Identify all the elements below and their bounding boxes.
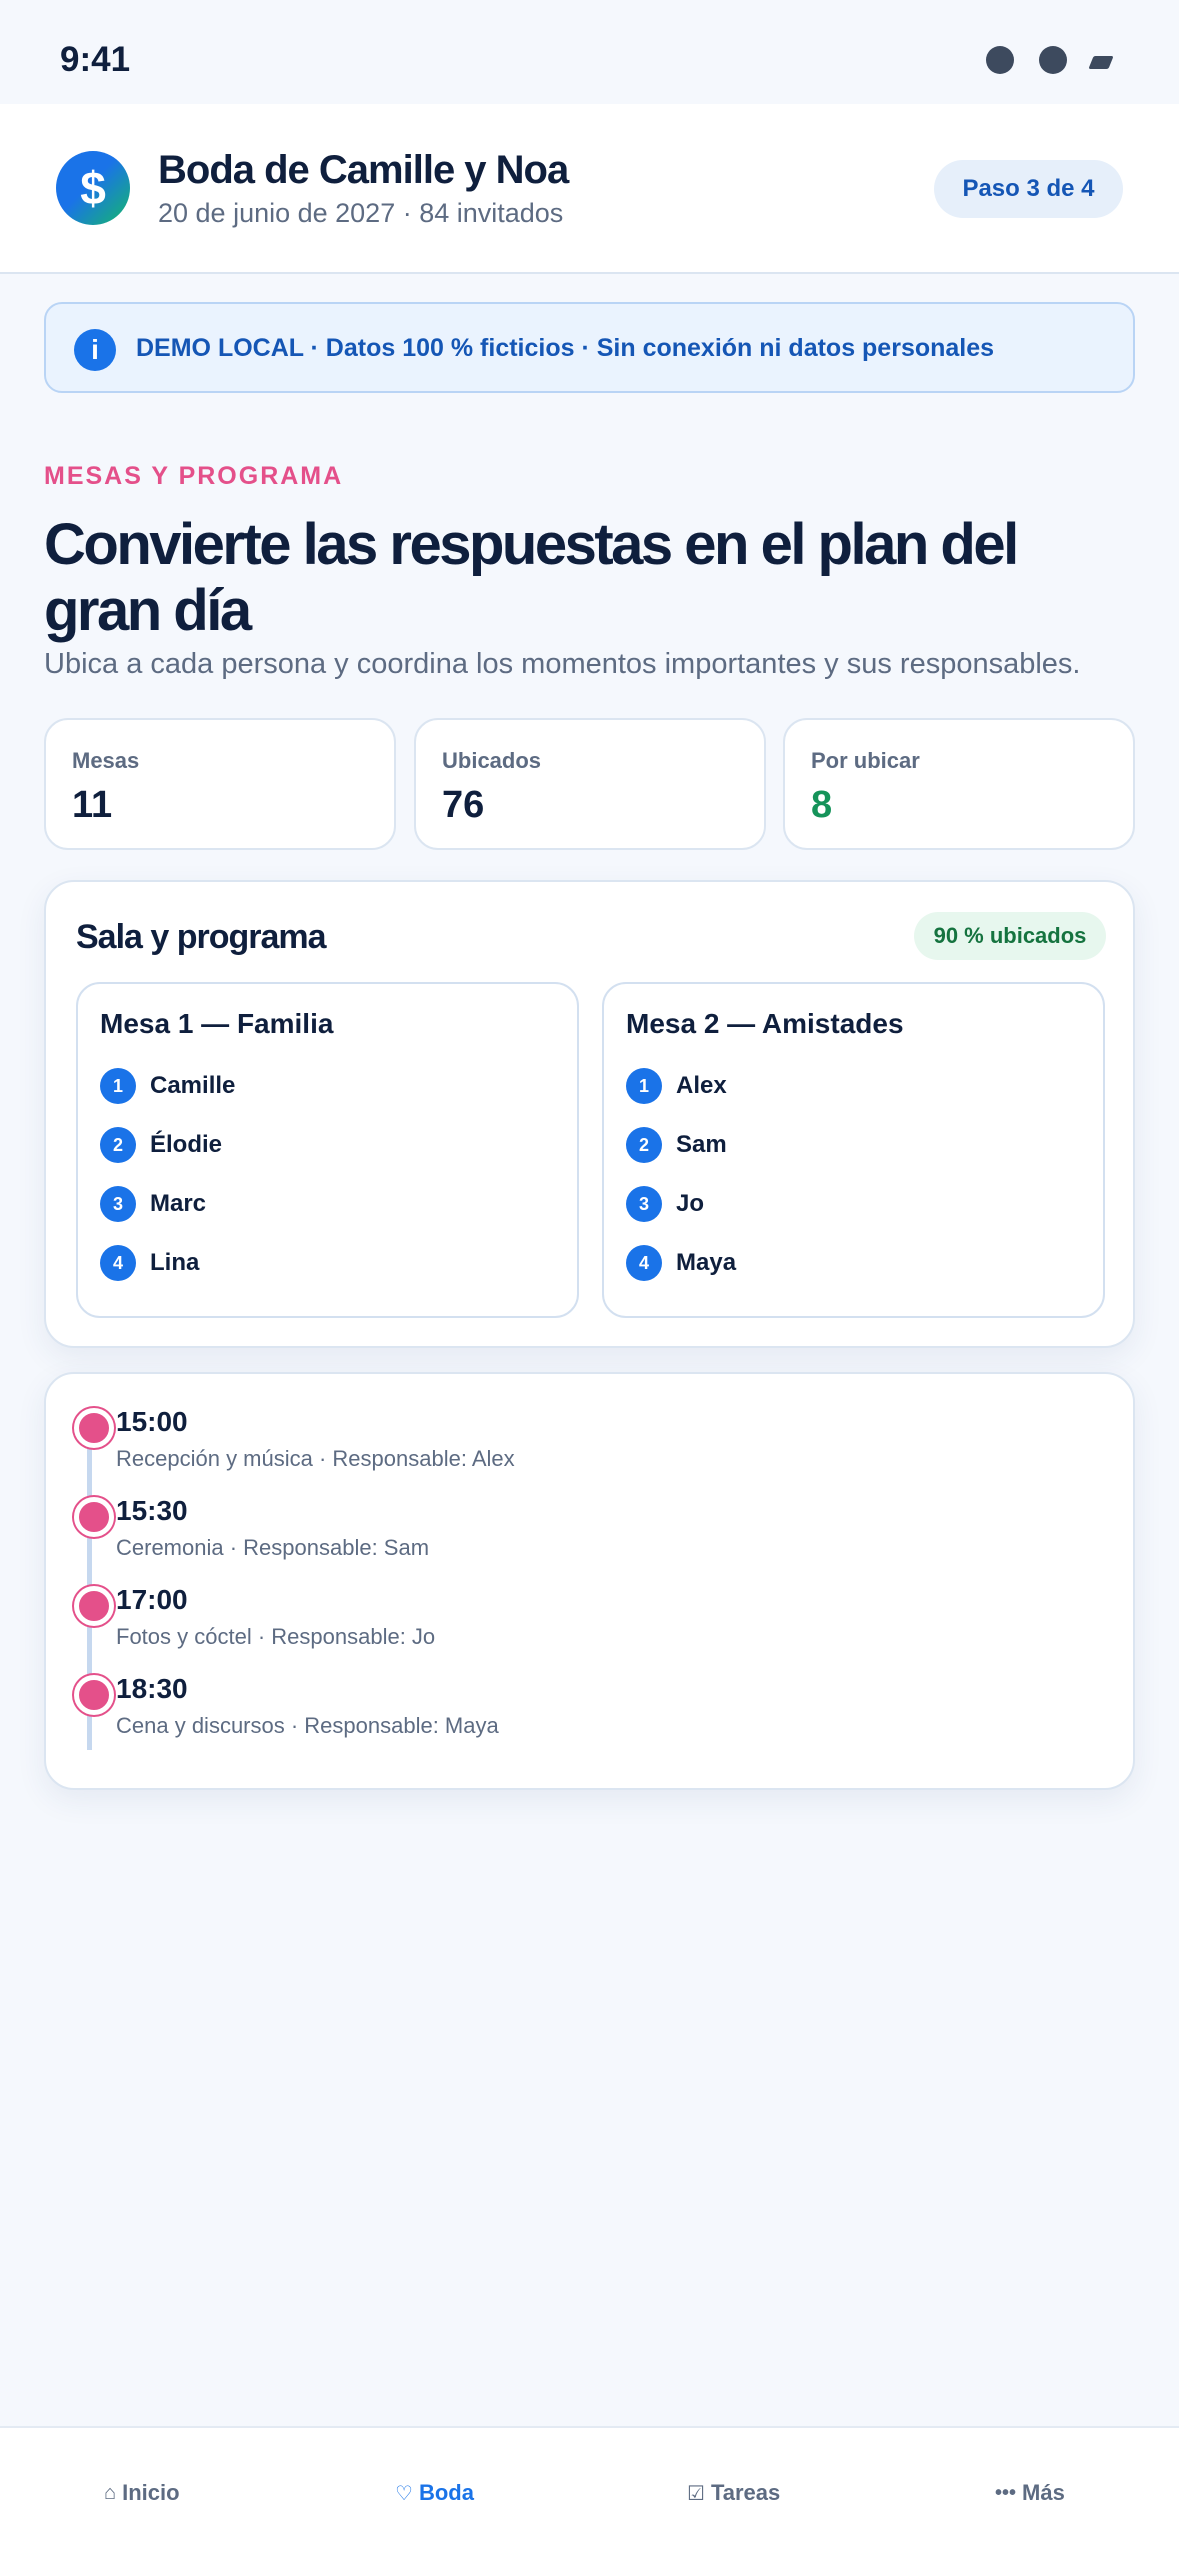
guest-name: Marc (150, 1190, 207, 1217)
nav-label: Boda (418, 2480, 474, 2505)
guest-name: Élodie (150, 1131, 223, 1158)
seat-number: 3 (626, 1186, 662, 1222)
step-indicator: Paso 3 de 4 (934, 160, 1123, 218)
seat-number: 4 (626, 1245, 662, 1281)
timeline-desc: Fotos y cóctel · Responsable: Jo (116, 1624, 436, 1649)
nav-item-tareas[interactable]: ☑ Tareas (687, 2480, 780, 2506)
timeline-time: 15:30 (116, 1495, 188, 1526)
table-card-1[interactable]: Mesa 1 — Familia 1 Camille 2 Élodie 3 Ma… (76, 982, 579, 1318)
guest-name: Alex (676, 1072, 727, 1099)
timeline-dot-icon (74, 1497, 114, 1537)
stat-label: Ubicados (442, 748, 542, 773)
timeline-dot-icon (74, 1586, 114, 1626)
timeline-desc: Ceremonia · Responsable: Sam (116, 1535, 430, 1560)
nav-label: Inicio (122, 2480, 180, 2505)
timeline-time: 15:00 (116, 1406, 188, 1437)
timeline-dot-icon (74, 1675, 114, 1715)
guest-name: Lina (150, 1249, 200, 1276)
section-description: Ubica a cada persona y coordina los mome… (44, 648, 1081, 680)
section-kicker: MESAS Y PROGRAMA (44, 462, 344, 490)
battery-icon (1088, 56, 1114, 69)
timeline-desc: Cena y discursos · Responsable: Maya (116, 1713, 499, 1738)
heart-icon: ♡ (395, 2482, 413, 2505)
seat-number: 1 (100, 1068, 136, 1104)
seat-number: 4 (100, 1245, 136, 1281)
status-badge: 90 % ubicados (914, 912, 1106, 960)
app-header: $ Boda de Camille y Noa 20 de junio de 2… (0, 104, 1179, 274)
stat-label: Mesas (72, 748, 140, 773)
timeline-time: 18:30 (116, 1673, 188, 1704)
event-subtitle: 20 de junio de 2027 · 84 invitados (158, 198, 564, 228)
stat-card-por-ubicar: Por ubicar 8 (783, 718, 1135, 850)
guest-name: Jo (676, 1190, 705, 1217)
info-icon: i (74, 329, 116, 371)
stat-value: 11 (72, 784, 113, 826)
stat-value: 8 (811, 784, 833, 826)
guest-name: Maya (676, 1249, 737, 1276)
guest-name: Sam (676, 1131, 727, 1158)
nav-label: Tareas (710, 2480, 781, 2505)
more-icon: ••• (995, 2481, 1017, 2504)
panel-title: Sala y programa (76, 918, 327, 956)
status-time: 9:41 (60, 40, 131, 79)
nav-item-mas[interactable]: ••• Más (995, 2480, 1065, 2506)
home-icon: ⌂ (104, 2481, 117, 2504)
signal-icon (986, 46, 1014, 74)
checkbox-icon: ☑ (687, 2482, 705, 2505)
seat-number: 2 (100, 1127, 136, 1163)
timeline-desc: Recepción y música · Responsable: Alex (116, 1446, 515, 1471)
bottom-nav: ⌂ Inicio ♡ Boda ☑ Tareas ••• Más (0, 2426, 1179, 2556)
nav-item-boda[interactable]: ♡ Boda (395, 2480, 474, 2506)
wifi-icon (1039, 46, 1067, 74)
seat-number: 2 (626, 1127, 662, 1163)
timeline-dot-icon (74, 1408, 114, 1448)
guest-name: Camille (150, 1072, 236, 1099)
nav-label: Más (1022, 2480, 1065, 2505)
stat-value: 76 (442, 784, 485, 826)
nav-item-inicio[interactable]: ⌂ Inicio (104, 2480, 180, 2506)
seat-number: 3 (100, 1186, 136, 1222)
demo-banner: i DEMO LOCAL · Datos 100 % ficticios · S… (44, 302, 1135, 393)
table-name: Mesa 1 — Familia (100, 1008, 334, 1039)
seat-number: 1 (626, 1068, 662, 1104)
stat-label: Por ubicar (811, 748, 920, 773)
stat-card-mesas: Mesas 11 (44, 718, 396, 850)
event-title: Boda de Camille y Noa (158, 148, 569, 192)
app-logo-icon: $ (56, 151, 130, 225)
table-name: Mesa 2 — Amistades (626, 1008, 904, 1039)
table-card-2[interactable]: Mesa 2 — Amistades 1 Alex 2 Sam 3 Jo 4 M… (602, 982, 1105, 1318)
program-timeline: 15:00 Recepción y música · Responsable: … (44, 1372, 1135, 1790)
page-title: Convierte las respuestas en el plan del … (44, 512, 1019, 643)
banner-text: DEMO LOCAL · Datos 100 % ficticios · Sin… (136, 334, 995, 362)
seating-panel: Sala y programa 90 % ubicados Mesa 1 — F… (44, 880, 1135, 1348)
timeline-time: 17:00 (116, 1584, 188, 1615)
stat-card-ubicados: Ubicados 76 (414, 718, 766, 850)
status-bar: 9:41 (0, 0, 1179, 104)
